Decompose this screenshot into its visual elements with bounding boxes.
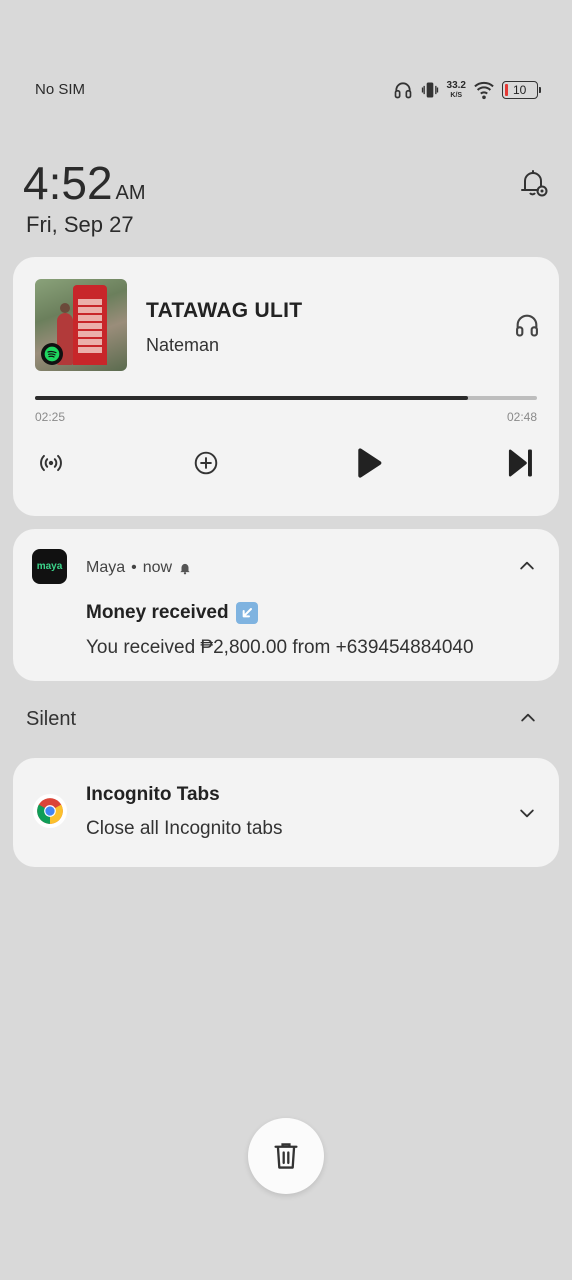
clock: 4:52 AM [23, 156, 146, 210]
notification-header: Maya • now [86, 559, 192, 577]
collapse-notification-button[interactable] [513, 552, 541, 580]
notification-title-text: Money received [86, 602, 229, 623]
spotify-icon [41, 343, 63, 365]
broadcast-icon [40, 454, 62, 472]
date-label: Fri, Sep 27 [26, 212, 134, 237]
track-artist: Nateman [146, 335, 220, 355]
notification-body: Close all Incognito tabs [86, 818, 283, 839]
battery-icon: 10 [502, 81, 541, 99]
notification-body: You received ₱2,800.00 from +63945488404… [86, 637, 474, 658]
maya-notification[interactable]: maya Maya • now Money received You recei… [13, 529, 559, 681]
wifi-icon [474, 81, 494, 100]
album-art [35, 279, 127, 371]
play-icon [358, 448, 382, 478]
maya-app-icon-label: maya [36, 561, 63, 572]
play-button[interactable] [350, 445, 386, 481]
notification-time: now [142, 559, 173, 576]
media-player-card[interactable]: TATAWAG ULIT Nateman 02:25 02:48 [13, 257, 559, 516]
notification-title: Incognito Tabs [86, 784, 220, 805]
status-bar: No SIM 33.2 K/S 10 [0, 76, 572, 104]
chevron-up-icon [521, 713, 535, 722]
add-to-library-button[interactable] [188, 445, 224, 481]
next-track-button[interactable] [502, 445, 538, 481]
status-icons: 33.2 K/S 10 [393, 76, 541, 104]
seek-bar[interactable] [35, 396, 537, 400]
network-speed: 33.2 K/S [446, 80, 466, 100]
notification-settings-button[interactable] [516, 166, 550, 200]
total-time: 02:48 [506, 410, 537, 424]
chevron-up-icon [520, 561, 534, 570]
battery-level: 10 [513, 83, 527, 97]
carrier-label: No SIM [35, 81, 86, 98]
seek-bar-progress [35, 396, 469, 400]
vibrate-icon [421, 82, 438, 98]
trash-icon [274, 1143, 298, 1169]
bell-icon [180, 563, 190, 575]
chrome-icon [33, 794, 67, 828]
track-title: TATAWAG ULIT [146, 299, 303, 322]
network-speed-unit: K/S [450, 92, 463, 99]
headphones-icon [516, 314, 538, 337]
output-device-button[interactable] [513, 311, 541, 339]
notification-app-name: Maya [86, 559, 126, 576]
battery-fill [505, 84, 508, 96]
chrome-notification[interactable]: Incognito Tabs Close all Incognito tabs [13, 758, 559, 867]
expand-notification-button[interactable] [513, 799, 541, 827]
network-speed-value: 33.2 [446, 80, 466, 91]
notification-separator: • [131, 559, 137, 576]
chevron-down-icon [520, 809, 534, 818]
album-art-booth [73, 285, 107, 365]
elapsed-time: 02:25 [35, 410, 66, 424]
silent-section-title: Silent [26, 708, 77, 730]
notification-title: Money received [86, 602, 258, 624]
maya-app-icon: maya [32, 549, 67, 584]
add-circle-icon [194, 451, 218, 475]
clock-ampm: AM [115, 182, 146, 204]
clock-time: 4:52 [23, 157, 113, 209]
broadcast-button[interactable] [33, 445, 69, 481]
arrow-down-left-icon [235, 602, 258, 624]
collapse-silent-button[interactable] [514, 704, 542, 732]
skip-next-icon [508, 449, 532, 477]
clear-all-button[interactable] [248, 1118, 324, 1194]
headphones-icon [394, 82, 411, 99]
bell-settings-icon [521, 170, 548, 197]
